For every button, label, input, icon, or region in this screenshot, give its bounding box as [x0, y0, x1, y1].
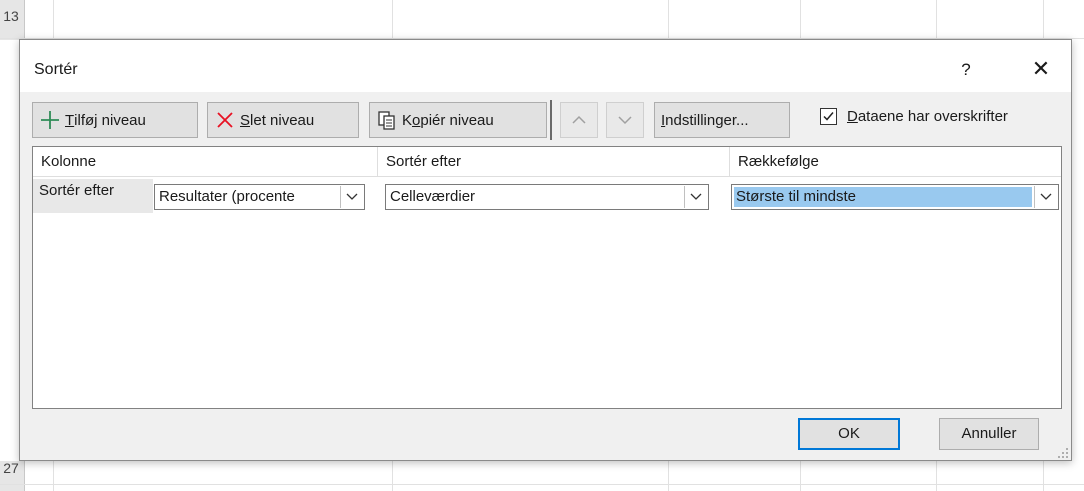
add-level-button[interactable]: Tilføj niveau — [32, 102, 198, 138]
copy-level-label: piér niveau — [420, 111, 494, 129]
delete-x-icon — [214, 109, 236, 131]
help-button[interactable]: ? — [946, 55, 986, 85]
delete-level-button[interactable]: Slet niveau — [207, 102, 359, 138]
dialog-title: Sortér — [34, 61, 78, 78]
copy-icon — [376, 109, 398, 131]
column-header-sort-on: Sortér efter — [378, 147, 730, 177]
add-level-label: ilføj niveau — [74, 111, 146, 129]
order-dropdown[interactable]: Største til mindste — [731, 184, 1059, 210]
copy-level-button[interactable]: Ko piér niveau — [369, 102, 547, 138]
title-bar: Sortér ? ✕ — [20, 40, 1071, 92]
toolbar-separator — [550, 100, 552, 140]
row-number-top: 13 — [3, 8, 19, 24]
column-header-order: Rækkefølge — [730, 147, 1061, 177]
delete-level-hotkey: S — [240, 111, 251, 129]
plus-icon — [39, 109, 61, 131]
chevron-down-icon[interactable] — [1034, 186, 1057, 208]
column-dropdown-value: Resultater (procente — [159, 188, 295, 205]
chevron-down-icon[interactable] — [340, 186, 363, 208]
close-button[interactable]: ✕ — [1019, 53, 1063, 85]
resize-grip-icon[interactable] — [1057, 446, 1069, 458]
headers-hotkey: D — [847, 108, 858, 125]
row-number-bottom: 27 — [3, 460, 19, 476]
copy-level-hotkey: o — [412, 111, 421, 129]
sort-on-dropdown[interactable]: Celleværdier — [385, 184, 709, 210]
chevron-down-icon[interactable] — [684, 186, 707, 208]
options-label: ndstillinger... — [665, 111, 749, 129]
sort-on-dropdown-value: Celleværdier — [390, 188, 476, 205]
chevron-up-icon — [572, 112, 586, 129]
column-header-column: Kolonne — [33, 147, 378, 177]
headers-label: ataene har overskrifter — [857, 108, 1008, 125]
row-label-sort-by: Sortér efter — [33, 179, 153, 213]
cancel-button[interactable]: Annuller — [939, 418, 1039, 450]
checkbox-box[interactable] — [820, 108, 837, 125]
chevron-down-icon — [618, 112, 632, 129]
ok-button[interactable]: OK — [798, 418, 900, 450]
order-dropdown-value: Største til mindste — [734, 187, 1032, 207]
move-up-button[interactable] — [560, 102, 598, 138]
column-dropdown[interactable]: Resultater (procente — [154, 184, 365, 210]
sort-dialog: Sortér ? ✕ Tilføj niveau Slet niveau Kop… — [19, 39, 1072, 461]
options-button[interactable]: Indstillinger... — [654, 102, 790, 138]
headers-checkbox[interactable]: Dataene har overskrifter — [820, 108, 1008, 125]
sort-levels-grid: Kolonne Sortér efter Rækkefølge Sortér e… — [32, 146, 1062, 409]
delete-level-label: let niveau — [250, 111, 315, 129]
move-down-button[interactable] — [606, 102, 644, 138]
copy-level-label-start: K — [402, 111, 413, 129]
add-level-hotkey: T — [65, 111, 75, 129]
